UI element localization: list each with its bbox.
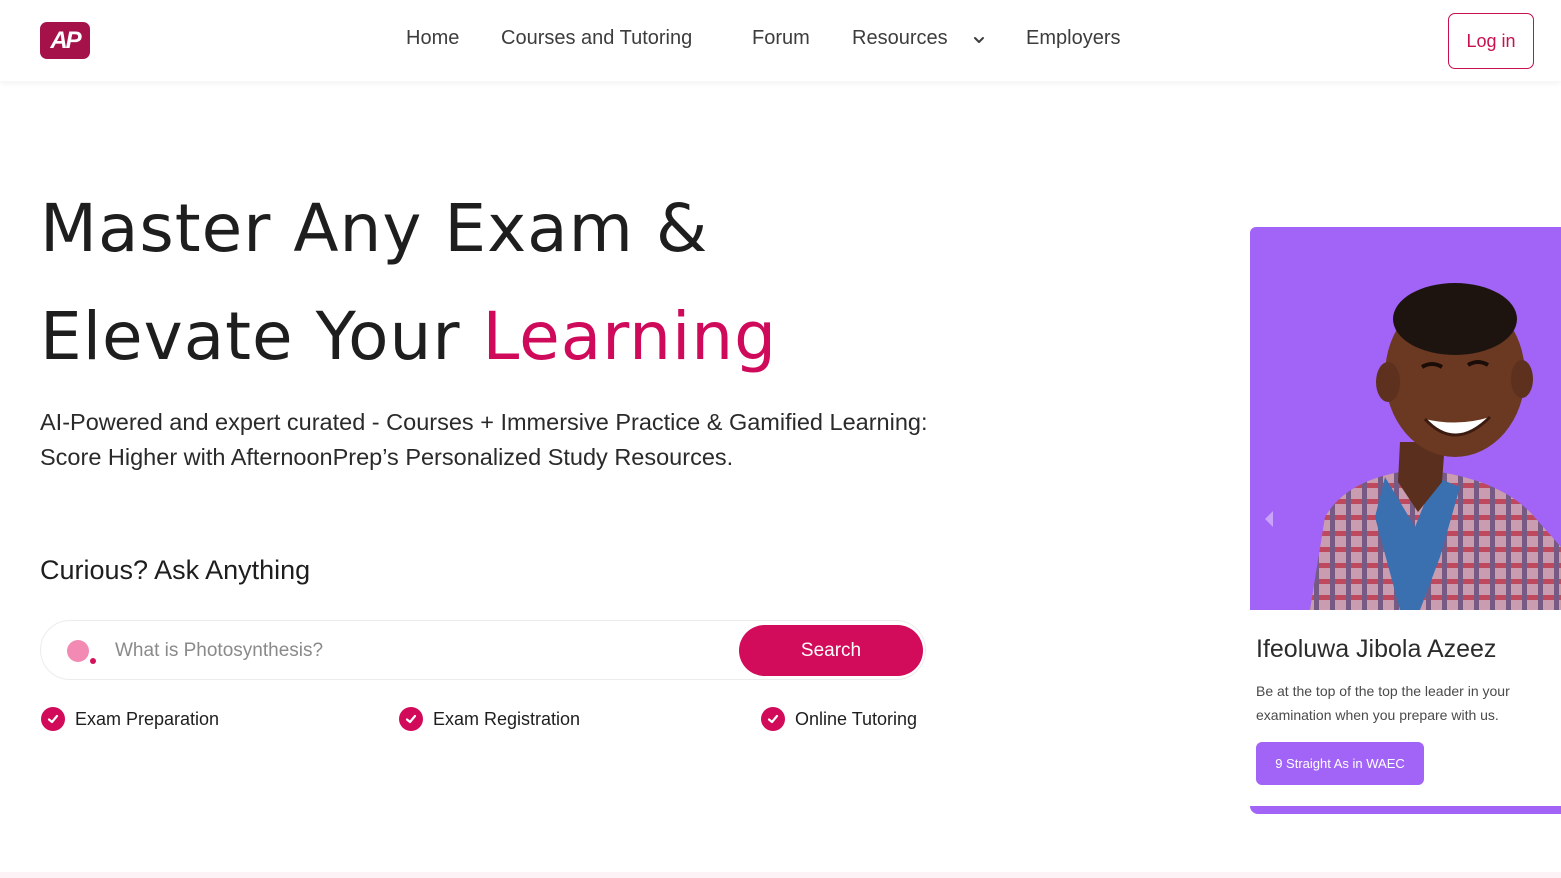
feature-online-tutoring: Online Tutoring	[761, 706, 917, 732]
hero-title-line-2: Elevate Your Learning	[40, 298, 777, 375]
hero-subtitle: AI-Powered and expert curated - Courses …	[40, 409, 928, 470]
nav-forum[interactable]: Forum	[752, 27, 810, 50]
login-button[interactable]: Log in	[1448, 13, 1534, 69]
testimonial-photo	[1250, 227, 1561, 610]
feature-label: Online Tutoring	[795, 708, 918, 729]
ask-heading: Curious? Ask Anything	[40, 555, 311, 585]
section-divider	[0, 872, 1561, 878]
chevron-down-icon[interactable]	[972, 33, 986, 47]
ai-dot-icon	[67, 640, 89, 662]
feature-label: Exam Registration	[433, 708, 581, 729]
nav-home[interactable]: Home	[406, 27, 459, 50]
check-icon	[761, 707, 785, 731]
feature-exam-preparation: Exam Preparation	[41, 706, 219, 732]
search-bar: Search	[40, 620, 926, 680]
testimonial-card: Ifeoluwa Jibola Azeez Be at the top of t…	[1250, 227, 1561, 814]
person-photo	[1310, 283, 1561, 610]
nav-courses-and-tutoring[interactable]: Courses and Tutoring	[501, 27, 692, 50]
hero-title-line-1: Master Any Exam &	[40, 190, 709, 267]
check-icon	[399, 707, 423, 731]
testimonial-name: Ifeoluwa Jibola Azeez	[1256, 635, 1497, 663]
testimonial-description: Be at the top of the top the leader in y…	[1256, 683, 1510, 723]
ai-dot-small-icon	[90, 658, 96, 664]
hero-title-plain: Elevate Your	[40, 298, 483, 375]
feature-label: Exam Preparation	[75, 708, 220, 729]
testimonial-badge: 9 Straight As in WAEC	[1256, 742, 1424, 785]
nav-resources[interactable]: Resources	[852, 27, 948, 50]
search-input[interactable]	[115, 631, 725, 671]
search-button[interactable]: Search	[739, 625, 923, 676]
nav-employers[interactable]: Employers	[1026, 27, 1120, 50]
site-logo[interactable]: AP	[40, 22, 90, 59]
hero-title-accent: Learning	[482, 298, 778, 375]
feature-exam-registration: Exam Registration	[399, 706, 580, 732]
chevron-left-icon[interactable]	[1262, 509, 1276, 529]
site-header: AP Home Courses and Tutoring Forum Resou…	[0, 0, 1561, 81]
check-icon	[41, 707, 65, 731]
card-bottom-bar	[1250, 806, 1561, 814]
